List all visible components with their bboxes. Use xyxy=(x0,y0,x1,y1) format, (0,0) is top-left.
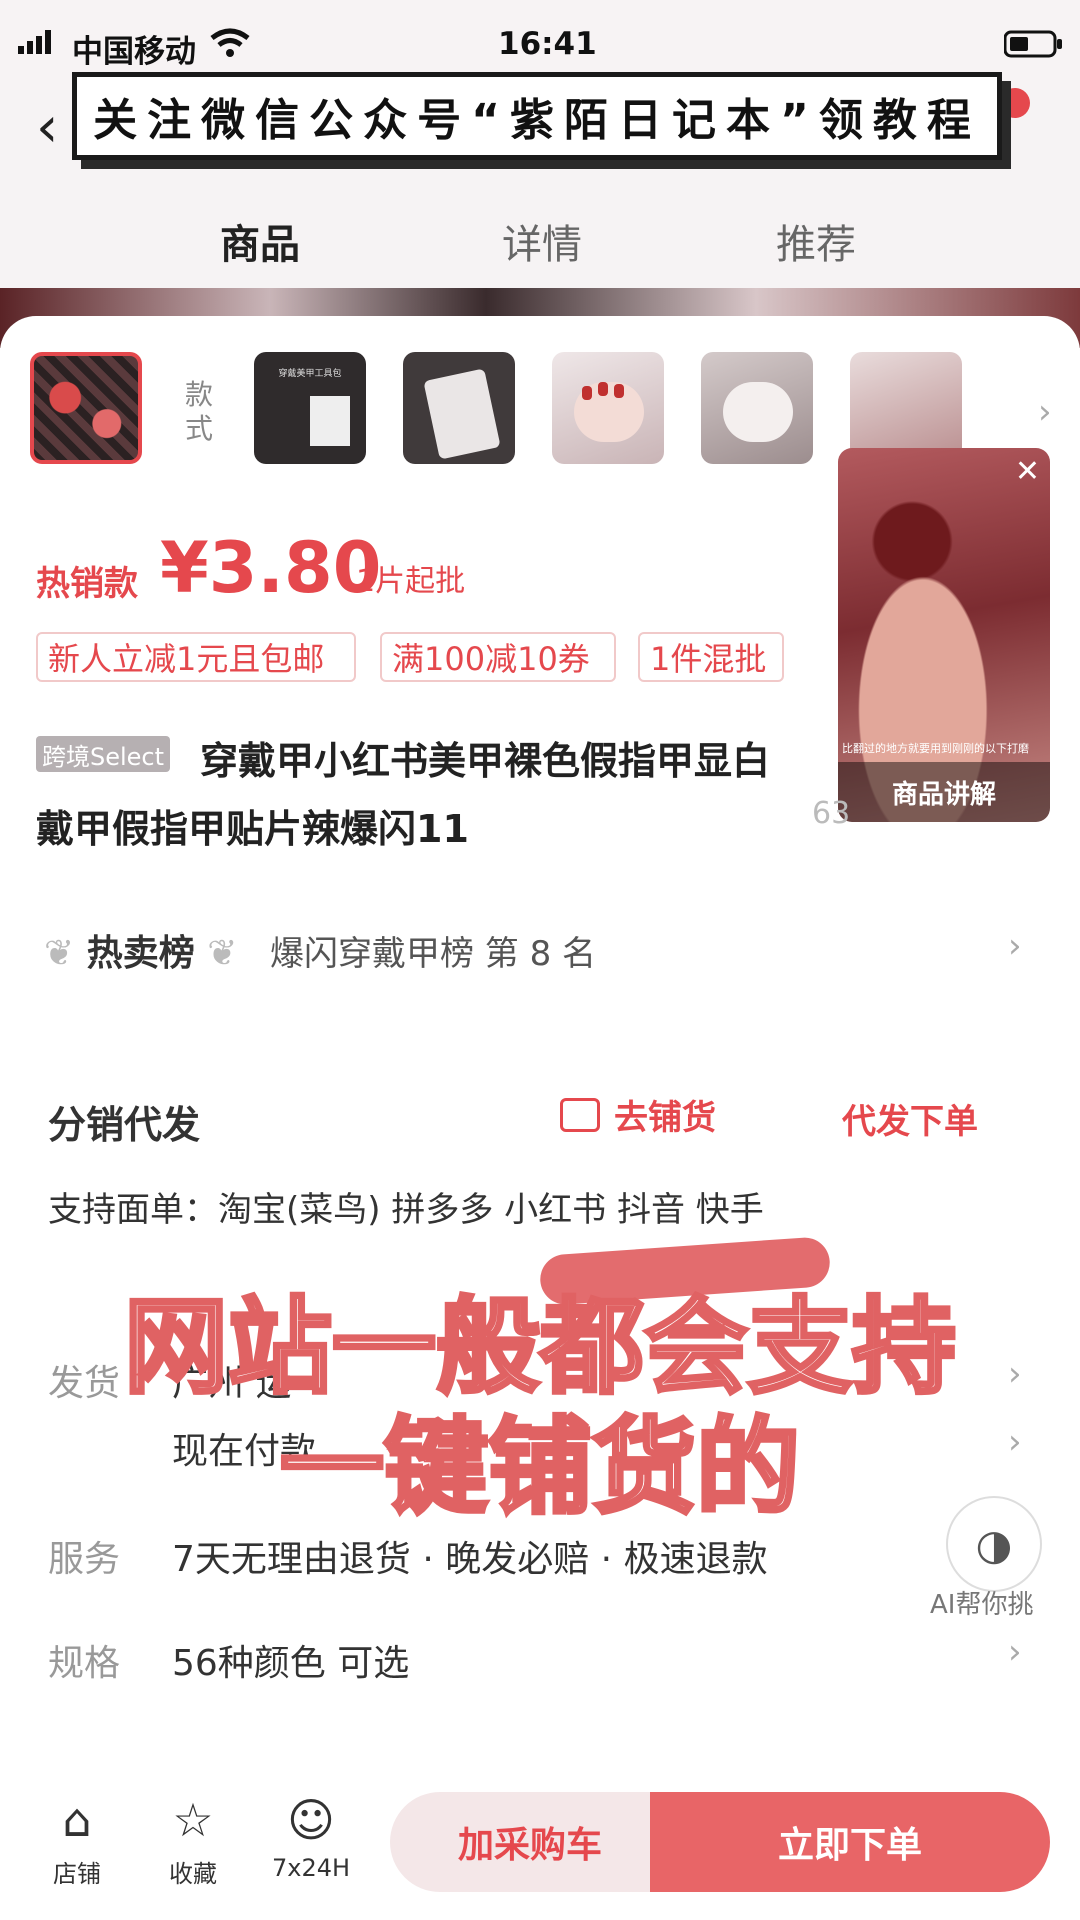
chevron-right-icon[interactable]: › xyxy=(1008,1632,1022,1672)
select-badge: 跨境Select xyxy=(36,736,171,772)
back-button[interactable]: ‹ xyxy=(36,95,58,160)
distribution-title: 分销代发 xyxy=(48,1103,201,1147)
ai-assistant-icon[interactable]: ◑ xyxy=(946,1496,1042,1592)
ai-assistant-label[interactable]: AI帮你挑 xyxy=(930,1584,1033,1621)
shop-label: 店铺 xyxy=(53,1860,101,1888)
overlay-caption-line2: 一键铺货的 xyxy=(278,1404,802,1530)
add-to-store-label: 去铺货 xyxy=(614,1098,716,1138)
coupon-chip[interactable]: 满100减10券 xyxy=(380,632,616,682)
signal-icon xyxy=(18,30,54,54)
add-to-store-button[interactable]: 去铺货 xyxy=(560,1090,716,1139)
ranking-text: 爆闪穿戴甲榜 第 8 名 xyxy=(270,934,597,974)
chat-face-icon: ☺ xyxy=(287,1793,335,1847)
product-title-line1: 穿戴甲小红书美甲裸色假指甲显白 xyxy=(200,739,771,783)
hot-sale-label: 热销款 xyxy=(36,564,138,604)
favorite-button[interactable]: ☆ 收藏 xyxy=(148,1794,238,1889)
laurel-icon: ❦ xyxy=(207,933,238,974)
watermark-banner: 关注微信公众号“紫陌日记本”领教程 xyxy=(72,72,1002,160)
favorite-label: 收藏 xyxy=(169,1860,217,1888)
coupon-chip[interactable]: 新人立减1元且包邮 xyxy=(36,632,356,682)
laurel-icon: ❦ xyxy=(44,933,75,974)
shop-button[interactable]: ⌂ 店铺 xyxy=(32,1794,122,1889)
service-label: 7x24H xyxy=(271,1854,351,1882)
battery-icon xyxy=(1003,30,1064,62)
video-caption: 商品讲解 xyxy=(838,762,1050,822)
chevron-right-icon: › xyxy=(1008,926,1022,966)
dropship-order-button[interactable]: 代发下单 xyxy=(842,1094,978,1143)
chevron-left-icon: ‹ xyxy=(36,95,59,160)
tab-recommend[interactable]: 推荐 xyxy=(776,212,856,270)
service-value: 7天无理由退货 · 晚发必赔 · 极速退款 xyxy=(172,1539,768,1580)
supported-platforms: 支持面单：淘宝(菜鸟) 拼多多 小红书 抖音 快手 xyxy=(48,1190,764,1230)
service-button[interactable]: ☺ 7x24H xyxy=(266,1794,356,1882)
chevron-right-icon[interactable]: › xyxy=(1038,392,1052,432)
wifi-icon xyxy=(210,28,250,62)
close-icon[interactable]: ✕ xyxy=(1015,454,1040,489)
buy-now-button[interactable]: 立即下单 xyxy=(650,1792,1050,1892)
service-label: 服务 xyxy=(48,1539,121,1580)
thumbnail-tool-kit[interactable]: 穿戴美甲工具包 xyxy=(254,352,366,464)
video-popup[interactable]: ✕ 比翻过的地方就要用到刚刚的以下打磨 商品讲解 xyxy=(838,448,1050,822)
min-order: 1片起批 xyxy=(356,564,466,599)
clock: 16:41 xyxy=(498,26,597,62)
tab-product[interactable]: 商品 xyxy=(220,212,300,270)
video-subtitle: 比翻过的地方就要用到刚刚的以下打磨 xyxy=(842,742,1029,755)
thumbnail-hand-white[interactable] xyxy=(701,352,813,464)
sold-count: 63 xyxy=(812,796,851,831)
star-icon: ☆ xyxy=(172,1793,214,1847)
price: ¥3.80 xyxy=(160,527,382,609)
thumbnail-selected[interactable] xyxy=(30,352,142,464)
coupon-chip[interactable]: 1件混批 xyxy=(638,632,784,682)
spec-value: 56种颜色 可选 xyxy=(172,1643,410,1684)
folder-icon xyxy=(560,1097,600,1132)
product-title-line2: 戴甲假指甲贴片辣爆闪11 xyxy=(36,807,469,851)
thumbnail-card[interactable] xyxy=(403,352,515,464)
thumbnail-hand-red[interactable] xyxy=(552,352,664,464)
shop-icon: ⌂ xyxy=(62,1793,92,1847)
carrier-name: 中国移动 xyxy=(72,34,196,70)
add-cart-button[interactable]: 加采购车 xyxy=(390,1792,670,1892)
style-label: 款式 xyxy=(185,378,214,445)
notification-badge[interactable] xyxy=(1000,88,1030,118)
tab-details[interactable]: 详情 xyxy=(502,212,582,270)
ranking-badge: ❦ 热卖榜 ❦ xyxy=(44,933,238,974)
spec-label: 规格 xyxy=(48,1643,121,1684)
thumbnail-caption: 穿戴美甲工具包 xyxy=(278,369,342,379)
